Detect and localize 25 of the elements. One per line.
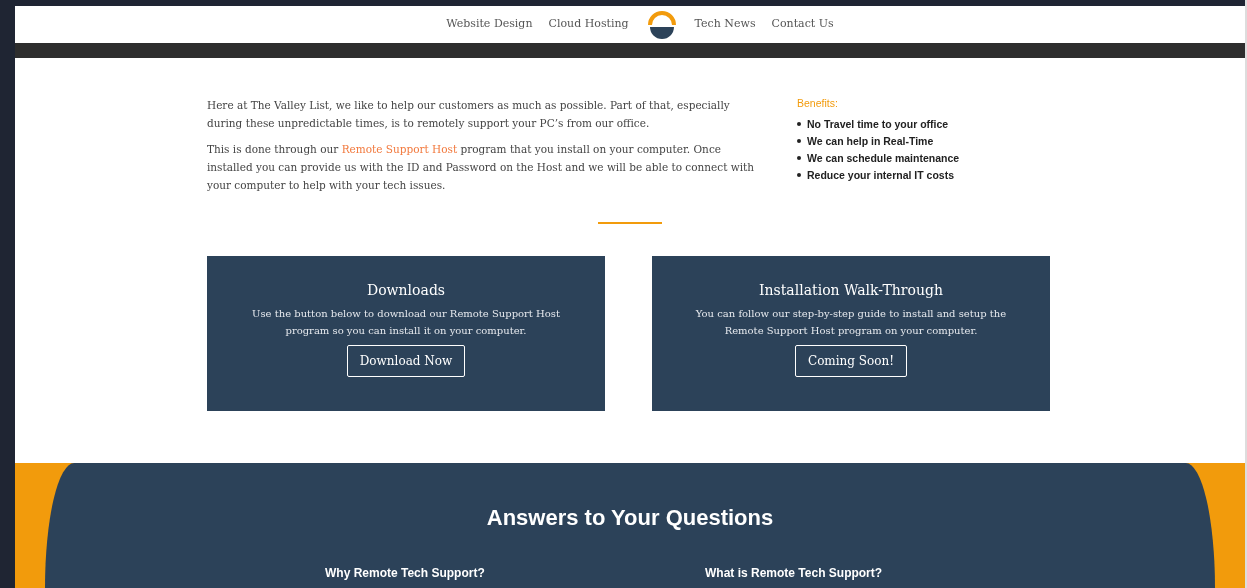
bullet-icon <box>797 122 801 127</box>
bullet-icon <box>797 173 801 178</box>
card-title: Downloads <box>366 281 446 300</box>
question-heading[interactable]: What is Remote Tech Support? <box>705 564 935 582</box>
benefits-title: Benefits: <box>797 96 839 111</box>
intro-paragraph: This is done through our Remote Support Host program that you install on your computer. Once installed you can provide us with the ID and Password on the Host and we will be able to connect with your computer to help with your tech issues. <box>207 142 756 193</box>
benefit-item: We can help in Real-Time <box>807 133 934 149</box>
nav-link[interactable]: Cloud Hosting <box>548 16 629 33</box>
card-title: Installation Walk-Through <box>759 281 943 300</box>
benefit-item: No Travel time to your office <box>807 116 949 132</box>
card-text: You can follow our step-by-step guide to install and setup the Remote Support Host program on your computer. <box>694 307 1008 338</box>
benefit-item: We can schedule maintenance <box>807 150 960 166</box>
intro-paragraph: Here at The Valley List, we like to help our customers as much as possible. Part of that, especially during these unpredictable times, is to remotely support your PC’s from our office. <box>207 98 731 131</box>
faq-title: Answers to Your Questions <box>486 504 774 532</box>
card-text: Use the button below to download our Remote Support Host program so you can install it on your computer. <box>251 307 561 338</box>
card-button[interactable]: Download Now <box>346 345 466 377</box>
nav-link[interactable]: Contact Us <box>771 16 834 33</box>
bullet-icon <box>797 156 801 161</box>
divider-line <box>598 222 662 224</box>
nav-link[interactable]: Website Design <box>446 16 533 33</box>
bullet-icon <box>797 139 801 144</box>
card-button[interactable]: Coming Soon! <box>794 345 908 377</box>
benefit-item: Reduce your internal IT costs <box>807 167 955 183</box>
nav-link[interactable]: Tech News <box>694 16 756 33</box>
question-heading[interactable]: Why Remote Tech Support? <box>325 564 555 582</box>
